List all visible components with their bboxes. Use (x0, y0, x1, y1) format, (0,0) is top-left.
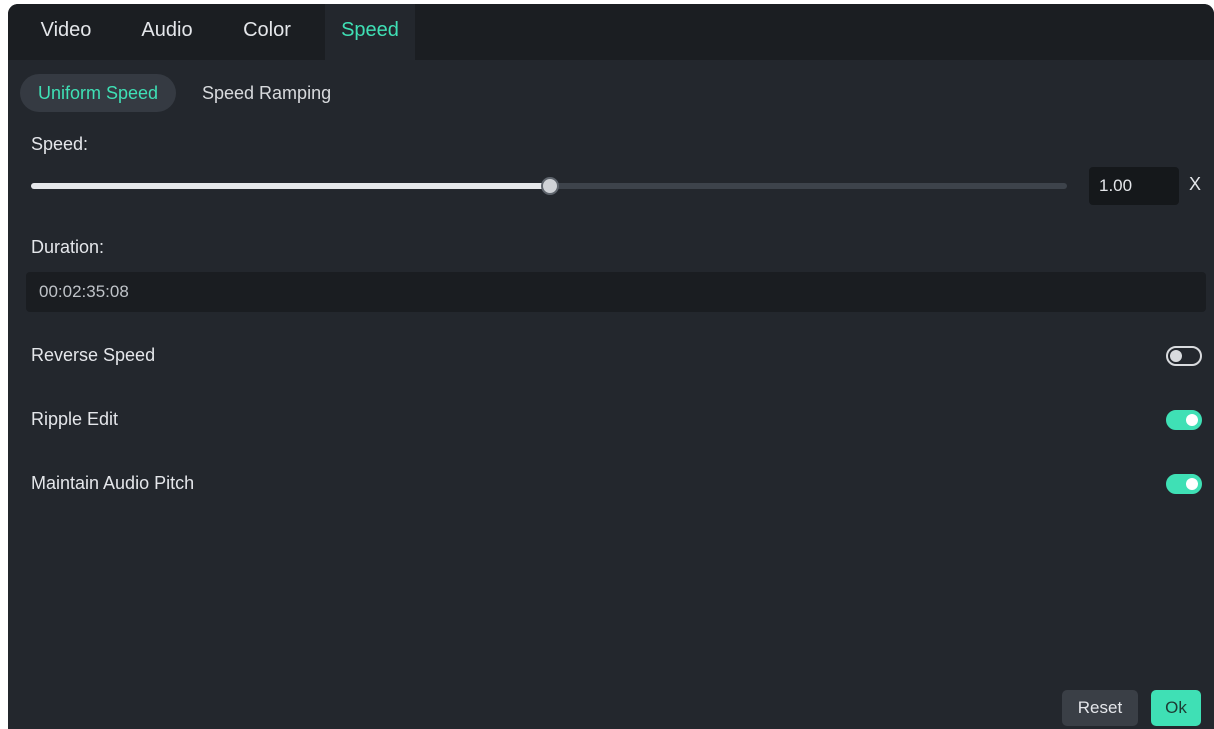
tab-audio[interactable]: Audio (126, 4, 208, 60)
subtab-uniform-speed[interactable]: Uniform Speed (20, 74, 177, 112)
duration-label: Duration: (31, 237, 105, 257)
speed-slider-fill (31, 183, 549, 189)
option-label-maintain-audio-pitch: Maintain Audio Pitch (31, 473, 195, 493)
option-label-ripple-edit: Ripple Edit (31, 409, 119, 429)
toggle-knob (1186, 414, 1198, 426)
tab-color[interactable]: Color (222, 4, 312, 60)
speed-slider[interactable] (31, 177, 1067, 195)
tab-bar: Video Audio Color Speed (8, 4, 1214, 60)
speed-value-input[interactable] (1089, 167, 1179, 205)
maintain-audio-pitch-toggle[interactable] (1166, 474, 1202, 494)
tab-video[interactable]: Video (20, 4, 112, 60)
tab-speed[interactable]: Speed (325, 4, 415, 60)
toggle-knob (1186, 478, 1198, 490)
toggle-knob (1170, 350, 1182, 362)
subtab-speed-ramping[interactable]: Speed Ramping (184, 74, 349, 112)
duration-input[interactable] (26, 272, 1206, 312)
speed-unit-label: X (1189, 174, 1202, 194)
reset-button[interactable]: Reset (1062, 690, 1138, 726)
reverse-speed-toggle[interactable] (1166, 346, 1202, 366)
speed-panel: Video Audio Color Speed Uniform Speed Sp… (8, 4, 1214, 729)
ok-button[interactable]: Ok (1151, 690, 1201, 726)
ripple-edit-toggle[interactable] (1166, 410, 1202, 430)
speed-label: Speed: (31, 134, 89, 154)
option-label-reverse-speed: Reverse Speed (31, 345, 156, 365)
speed-slider-thumb[interactable] (541, 177, 559, 195)
